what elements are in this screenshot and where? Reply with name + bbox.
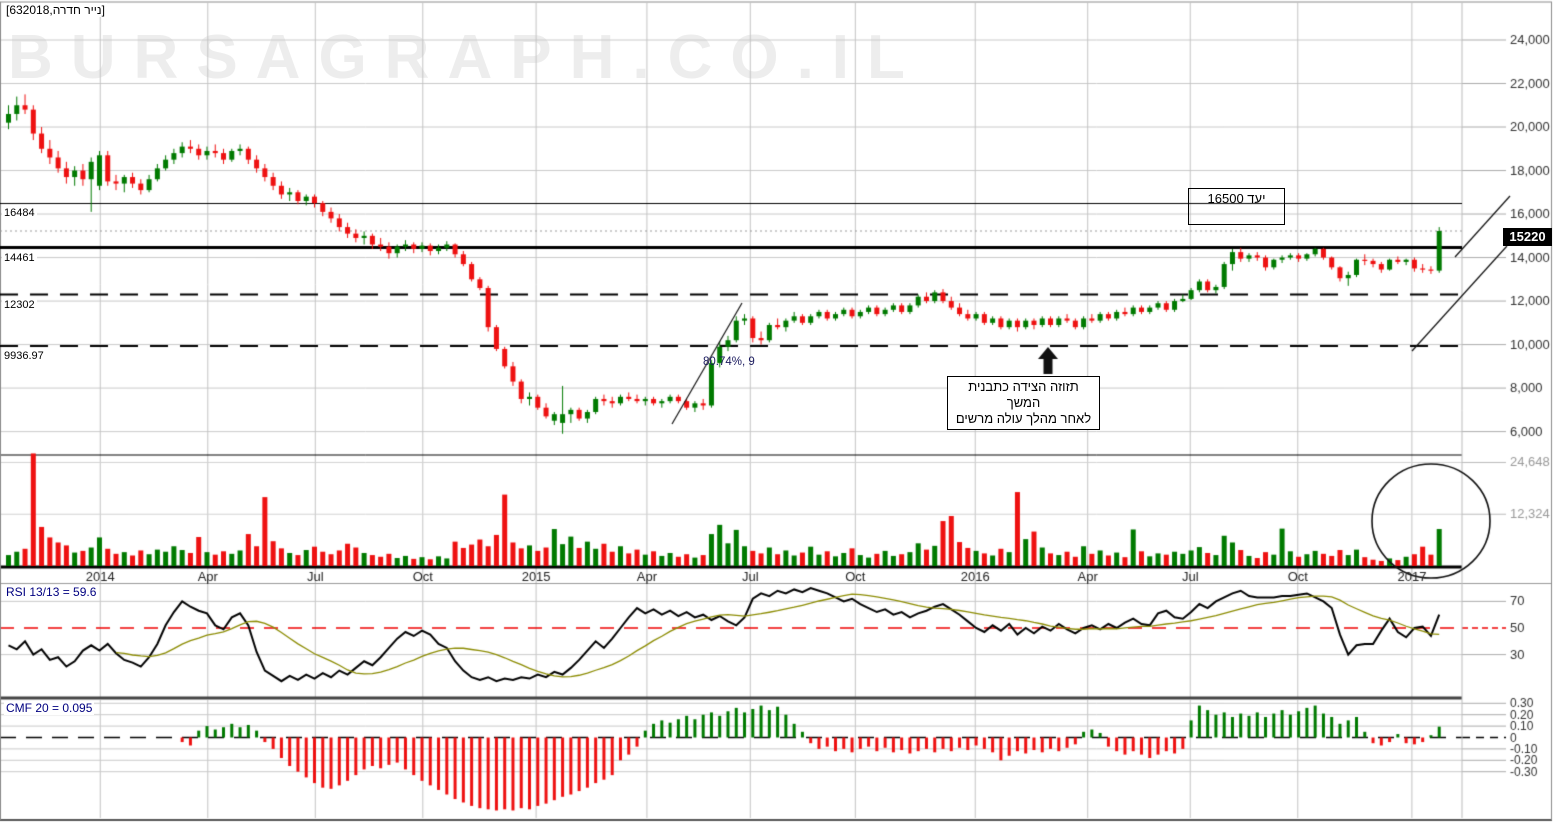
ticker-label: [632018,נייר חדרה] — [4, 3, 107, 17]
target-annotation-box: יעד 16500 — [1188, 188, 1285, 225]
chart-canvas[interactable] — [0, 0, 1553, 822]
last-price-tag: 15220 — [1503, 228, 1552, 246]
rsi-indicator-label: RSI 13/13 = 59.6 — [4, 585, 99, 599]
pattern-annotation-line: תזוזה הצידה כתבנית המשך — [968, 379, 1079, 410]
pattern-annotation-box: תזוזה הצידה כתבנית המשך לאחר מהלך עולה מ… — [947, 376, 1100, 430]
cmf-indicator-label: CMF 20 = 0.095 — [4, 701, 95, 715]
price-level-label: 9936.97 — [2, 350, 46, 362]
chart-root: BURSAGRAPH.CO.IL [632018,נייר חדרה] 1648… — [0, 0, 1553, 822]
price-level-label: 14461 — [2, 252, 37, 264]
price-level-label: 16484 — [2, 207, 37, 219]
price-level-label: 12302 — [2, 299, 37, 311]
pattern-annotation-line: לאחר מהלך עולה מרשים — [955, 411, 1092, 426]
retracement-label: 80.74%, 9 — [703, 356, 755, 368]
